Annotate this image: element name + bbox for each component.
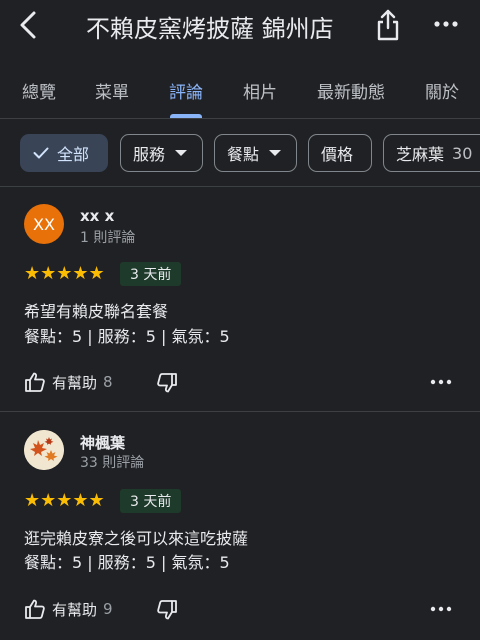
thumbs-down-icon[interactable] — [156, 599, 178, 621]
more-options-icon[interactable] — [430, 605, 452, 613]
review-card: XX xx x 1 則評論 ★★★★★ 3 天前 希望有賴皮聯名套餐 餐點：5 … — [0, 187, 480, 411]
star-rating: ★★★★★ — [24, 263, 105, 284]
tab-updates[interactable]: 最新動態 — [317, 78, 385, 103]
filter-chip-price-label: 價格 — [321, 145, 354, 164]
thumbs-up-icon — [25, 599, 45, 619]
filter-chip-topic[interactable]: 芝麻葉 30 — [383, 134, 480, 172]
tab-reviews[interactable]: 評論 — [169, 78, 203, 103]
more-options-icon[interactable] — [430, 378, 452, 386]
avatar[interactable] — [24, 430, 64, 470]
helpful-button[interactable]: 有幫助 9 — [24, 598, 113, 620]
reviewer-name[interactable]: xx x — [80, 207, 114, 225]
place-title: 不賴皮窯烤披薩 錦州店 — [86, 15, 334, 43]
tab-photos[interactable]: 相片 — [243, 78, 277, 103]
review-filter-chips: 全部 服務 餐點 價格 芝麻葉 30 — [0, 134, 480, 174]
place-tabs: 總覽 菜單 評論 相片 最新動態 關於 — [0, 62, 480, 118]
share-icon[interactable] — [374, 8, 402, 42]
dropdown-caret-icon — [175, 150, 188, 156]
filter-chip-meal-label: 餐點 — [227, 145, 260, 164]
helpful-button[interactable]: 有幫助 8 — [24, 371, 113, 393]
filter-chip-meal[interactable]: 餐點 — [214, 134, 297, 172]
review-text: 希望有賴皮聯名套餐 — [24, 302, 169, 321]
filter-chip-service-label: 服務 — [133, 145, 166, 164]
more-horizontal-icon[interactable] — [432, 14, 460, 34]
review-card: 神楓葉 33 則評論 ★★★★★ 3 天前 逛完賴皮寮之後可以來這吃披薩 餐點：… — [0, 412, 480, 640]
filter-chip-service[interactable]: 服務 — [120, 134, 203, 172]
tab-about[interactable]: 關於 — [425, 78, 459, 103]
avatar[interactable]: XX — [24, 204, 64, 244]
top-app-bar: 不賴皮窯烤披薩 錦州店 — [0, 0, 480, 52]
helpful-count: 8 — [103, 373, 113, 391]
maple-leaf-icon — [24, 430, 64, 470]
review-ratings: 餐點：5 | 服務：5 | 氣氛：5 — [24, 327, 230, 346]
thumbs-down-icon[interactable] — [156, 372, 178, 394]
divider — [0, 118, 480, 119]
filter-chip-topic-count: 30 — [452, 143, 473, 163]
helpful-count: 9 — [103, 600, 113, 618]
thumbs-up-icon — [25, 372, 45, 392]
reviewer-review-count: 33 則評論 — [80, 455, 145, 471]
filter-chip-price[interactable]: 價格 — [308, 134, 372, 172]
back-arrow-icon[interactable] — [14, 10, 42, 40]
review-time-badge: 3 天前 — [120, 489, 182, 513]
reviewer-review-count: 1 則評論 — [80, 230, 136, 246]
review-ratings: 餐點：5 | 服務：5 | 氣氛：5 — [24, 553, 230, 572]
review-time-badge: 3 天前 — [120, 262, 182, 286]
star-rating: ★★★★★ — [24, 490, 105, 511]
helpful-label: 有幫助 — [52, 373, 98, 392]
reviewer-name[interactable]: 神楓葉 — [80, 432, 125, 453]
check-icon — [33, 147, 49, 159]
filter-chip-topic-label: 芝麻葉 — [396, 145, 445, 164]
review-text: 逛完賴皮寮之後可以來這吃披薩 — [24, 529, 249, 548]
filter-chip-all-label: 全部 — [57, 145, 90, 164]
filter-chip-all[interactable]: 全部 — [20, 134, 108, 172]
tab-overview[interactable]: 總覽 — [22, 78, 56, 103]
helpful-label: 有幫助 — [52, 600, 98, 619]
dropdown-caret-icon — [269, 150, 282, 156]
tab-menu[interactable]: 菜單 — [95, 78, 129, 103]
